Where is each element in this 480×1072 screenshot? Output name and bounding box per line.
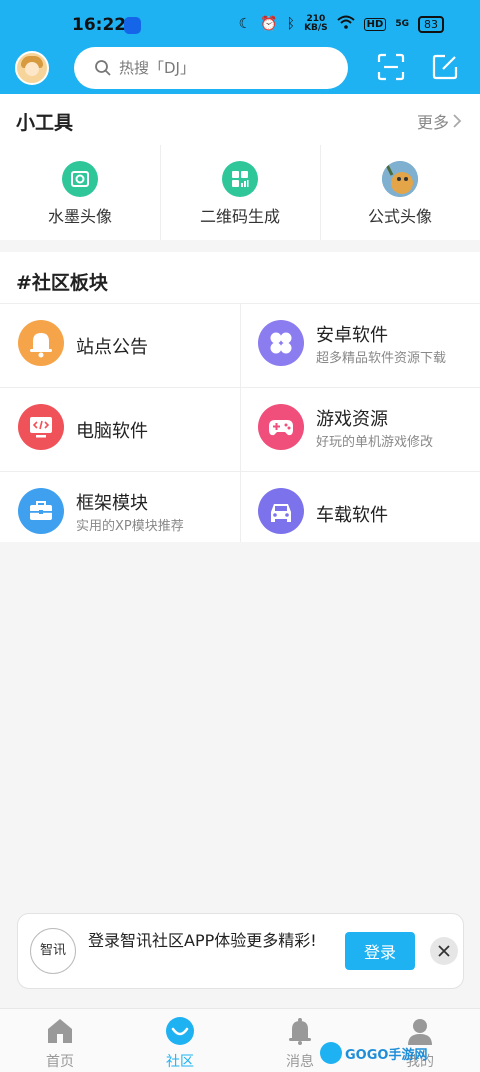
- tab-home[interactable]: 首页: [0, 1009, 120, 1072]
- board-title: 电脑软件: [76, 421, 148, 442]
- status-icons: ☾ ⏰ ᛒ 210 KB/S HD 5G 83: [239, 15, 444, 33]
- home-icon: [48, 1019, 72, 1043]
- tab-label: 首页: [46, 1054, 74, 1070]
- search-icon: [95, 60, 111, 76]
- apps-grid-icon: [258, 320, 304, 366]
- scan-icon[interactable]: [377, 53, 405, 81]
- tools-more-link[interactable]: 更多: [417, 109, 462, 133]
- app-logo: 智讯: [30, 928, 76, 974]
- bluetooth-icon: ᛒ: [286, 16, 296, 32]
- app-logo-text: 智讯: [39, 943, 66, 958]
- board-title: 站点公告: [76, 337, 148, 358]
- banner-message: 登录智讯社区APP体验更多精彩!: [88, 931, 317, 950]
- board-title: 车载软件: [316, 505, 388, 526]
- top-header: 16:22 ☾ ⏰ ᛒ 210 KB/S HD 5G 83: [0, 0, 480, 94]
- board-xp-modules[interactable]: 框架模块 实用的XP模块推荐: [0, 471, 240, 555]
- board-subtitle: 超多精品软件资源下载: [316, 351, 447, 366]
- search-bar[interactable]: [74, 47, 348, 89]
- chevron-right-icon: [453, 114, 462, 128]
- bell-icon: [289, 1018, 311, 1045]
- battery-icon: 83: [418, 15, 444, 33]
- board-title: 安卓软件: [316, 325, 388, 346]
- hd-icon: HD: [363, 17, 387, 31]
- status-bar: 16:22 ☾ ⏰ ᛒ 210 KB/S HD 5G 83: [0, 0, 480, 40]
- tools-title: 小工具: [16, 112, 74, 134]
- watermark-text: GOGO手游网: [345, 1047, 428, 1063]
- board-pc-software[interactable]: 电脑软件: [0, 387, 240, 471]
- login-button[interactable]: 登录: [345, 932, 415, 970]
- board-android-software[interactable]: 安卓软件 超多精品软件资源下载: [240, 303, 480, 387]
- toolbox-icon: [18, 488, 64, 534]
- board-game-resources[interactable]: 游戏资源 好玩的单机游戏修改: [240, 387, 480, 471]
- community-icon: [166, 1017, 194, 1045]
- alarm-icon: ⏰: [260, 16, 278, 32]
- tool-label: 公式头像: [367, 207, 432, 226]
- community-title: #社区板块: [16, 272, 108, 294]
- net-speed-unit: KB/S: [304, 23, 328, 33]
- net-speed: 210 KB/S: [304, 15, 328, 33]
- tab-community[interactable]: 社区: [120, 1009, 240, 1072]
- camera-icon: [62, 161, 98, 197]
- signal-icon: 5G: [395, 19, 409, 29]
- board-subtitle: 实用的XP模块推荐: [76, 519, 184, 534]
- tab-label: 社区: [166, 1054, 194, 1070]
- moon-icon: ☾: [238, 16, 252, 32]
- close-banner-button[interactable]: [430, 937, 458, 965]
- tool-ink-avatar[interactable]: 水墨头像: [0, 145, 160, 240]
- status-time: 16:22: [72, 15, 127, 35]
- more-label: 更多: [416, 113, 449, 132]
- qrcode-chart-icon: [222, 161, 258, 197]
- login-banner: 智讯 登录智讯社区APP体验更多精彩! 登录: [17, 913, 464, 989]
- notification-app-icon: [124, 17, 141, 34]
- watermark-logo-icon: [320, 1042, 342, 1064]
- user-avatar[interactable]: [15, 51, 49, 85]
- board-car-software[interactable]: 车载软件: [240, 471, 480, 555]
- board-title: 游戏资源: [316, 409, 388, 430]
- bell-icon: [18, 320, 64, 366]
- wifi-icon: [337, 15, 355, 33]
- close-icon: [438, 945, 450, 957]
- site-watermark: GOGO手游网: [320, 1040, 438, 1066]
- tool-formula-avatar[interactable]: 公式头像: [320, 145, 480, 240]
- tool-label: 二维码生成: [199, 207, 280, 226]
- search-input[interactable]: [119, 59, 319, 77]
- monitor-code-icon: [18, 404, 64, 450]
- car-icon: [258, 488, 304, 534]
- edit-icon[interactable]: [431, 53, 459, 81]
- board-subtitle: 好玩的单机游戏修改: [316, 435, 434, 450]
- tool-qrcode[interactable]: 二维码生成: [160, 145, 320, 240]
- formula-avatar-image: [382, 161, 418, 197]
- board-title: 框架模块: [76, 493, 148, 514]
- tool-label: 水墨头像: [47, 207, 112, 226]
- gamepad-icon: [258, 404, 304, 450]
- board-announcements[interactable]: 站点公告: [0, 303, 240, 387]
